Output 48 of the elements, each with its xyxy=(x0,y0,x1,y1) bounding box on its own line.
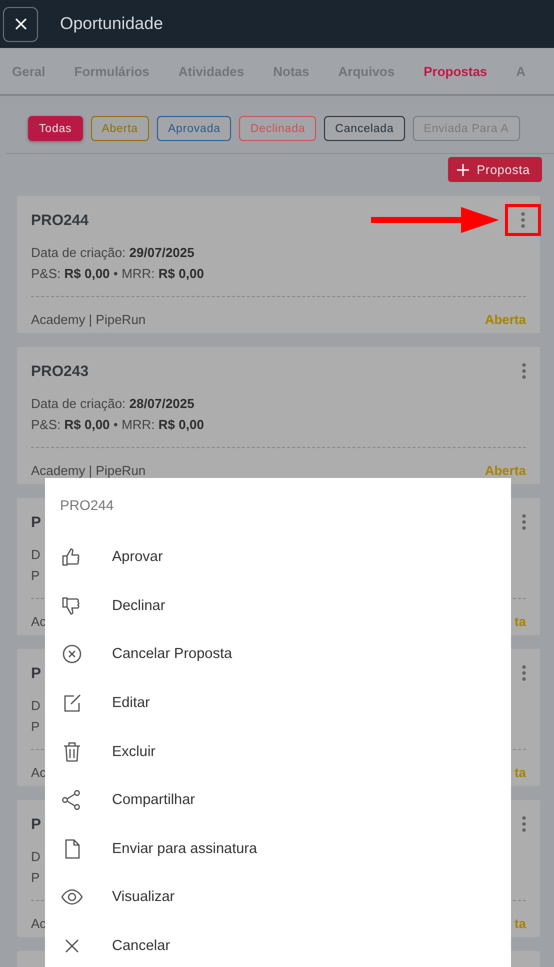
values-text: P xyxy=(31,567,40,585)
menu-item[interactable]: Declinar xyxy=(60,582,511,630)
menu-item[interactable]: Visualizar xyxy=(60,873,511,922)
values-text: P&S: R$ 0,00 • MRR: R$ 0,00 xyxy=(31,416,204,434)
values-text: P xyxy=(31,718,40,736)
company-name: Ac xyxy=(31,614,46,628)
plus-icon xyxy=(456,164,469,176)
menu-item[interactable]: Compartilhar xyxy=(60,776,511,825)
close-button[interactable] xyxy=(3,6,38,42)
filter-chip[interactable]: Aprovada xyxy=(156,116,232,141)
proposal-code: PRO243 xyxy=(31,362,89,380)
status-label: ta xyxy=(514,614,526,628)
status-label: Aberta xyxy=(484,462,526,478)
page-title: Oportunidade xyxy=(60,14,164,34)
proposal-code: PRO244 xyxy=(31,212,89,228)
company-name: Academy | PipeRun xyxy=(31,462,146,478)
filter-chip[interactable]: Todas xyxy=(28,116,83,141)
more-icon xyxy=(522,514,526,530)
add-proposal-button[interactable]: Proposta xyxy=(448,157,542,182)
proposal-code: P xyxy=(31,514,42,530)
proposal-code: P xyxy=(31,816,42,832)
creation-date: Data de criação: 29/07/2025 xyxy=(31,244,194,262)
more-icon xyxy=(522,816,526,832)
company-name: Ac xyxy=(31,764,46,780)
more-icon xyxy=(521,212,525,228)
status-label: ta xyxy=(514,764,526,780)
menu-item[interactable]: Editar xyxy=(60,678,511,728)
proposal-code: P xyxy=(31,664,42,682)
more-icon xyxy=(522,665,526,681)
menu-item[interactable]: Enviar para assinatura xyxy=(60,824,511,874)
sheet-title: PRO244 xyxy=(60,496,115,515)
menu-item[interactable]: Aprovar xyxy=(60,533,511,582)
status-label: Aberta xyxy=(484,312,526,326)
menu-item[interactable]: Cancelar Proposta xyxy=(60,630,511,679)
close-icon xyxy=(14,18,26,30)
creation-date: D xyxy=(31,546,40,564)
values-text: P xyxy=(31,869,40,887)
filter-chip[interactable]: Cancelada xyxy=(324,116,405,141)
company-name: Academy | PipeRun xyxy=(31,312,146,326)
status-label: ta xyxy=(514,916,526,930)
creation-date: D xyxy=(31,848,40,866)
values-text: P&S: R$ 0,00 • MRR: R$ 0,00 xyxy=(31,265,204,283)
creation-date: D xyxy=(31,697,40,715)
menu-item[interactable]: Cancelar xyxy=(60,922,511,967)
more-icon xyxy=(522,363,526,379)
company-name: Ac xyxy=(31,916,46,930)
creation-date: Data de criação: 28/07/2025 xyxy=(31,395,194,413)
menu-item[interactable]: Excluir xyxy=(60,727,511,776)
